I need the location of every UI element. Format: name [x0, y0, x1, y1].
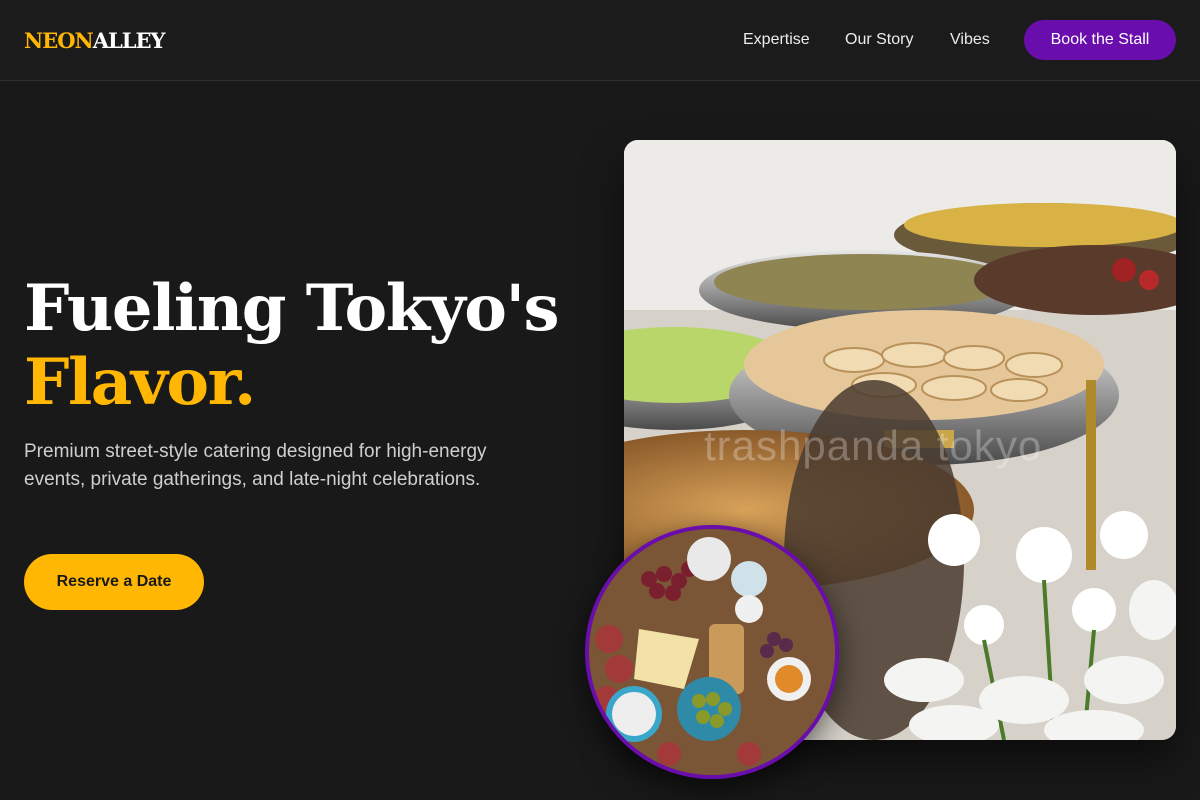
logo-neon-text: NEON: [24, 28, 94, 53]
hero-title-line2: Flavor.: [24, 345, 256, 420]
nav-link-our-story[interactable]: Our Story: [845, 29, 913, 51]
hero-subtitle: Premium street-style catering designed f…: [24, 441, 487, 490]
site-header: NEONALLEY Expertise Our Story Vibes Book…: [0, 0, 1200, 81]
nav-link-vibes[interactable]: Vibes: [950, 29, 990, 51]
logo-alley-text: ALLEY: [92, 28, 166, 53]
brand-logo[interactable]: NEONALLEY: [24, 27, 166, 55]
hero-title-line1: Fueling Tokyo's: [24, 271, 560, 346]
nav-link-expertise[interactable]: Expertise: [743, 29, 810, 51]
book-the-stall-button[interactable]: Book the Stall: [1024, 20, 1176, 60]
reserve-a-date-button[interactable]: Reserve a Date: [24, 554, 204, 610]
hero-title: Fueling Tokyo's Flavor.: [24, 271, 560, 420]
charcuterie-illustration: [589, 529, 835, 775]
charcuterie-board-photo: [585, 525, 839, 779]
photo-watermark: trashpanda tokyo: [704, 422, 1043, 469]
